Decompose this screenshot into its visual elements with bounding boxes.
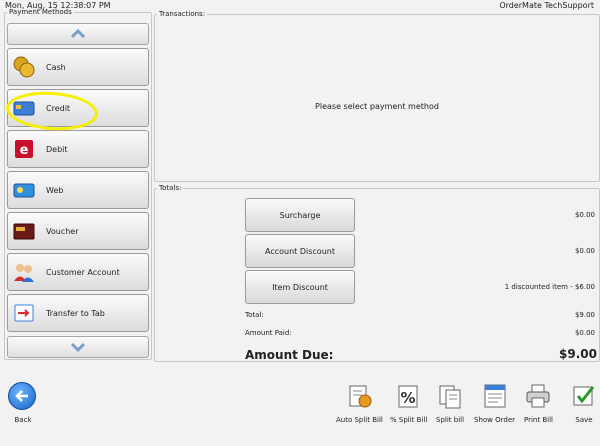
- svg-text:e: e: [20, 143, 29, 158]
- payment-customer-account-button[interactable]: Customer Account: [7, 253, 149, 291]
- chevron-up-icon: [70, 29, 86, 39]
- save-icon: [570, 382, 598, 410]
- transfer-icon: [12, 301, 36, 325]
- split-bill-label: Split bill: [436, 416, 465, 424]
- payment-debit-label: Debit: [46, 144, 68, 154]
- totals-panel: Totals: Surcharge $0.00 Account Discount…: [154, 184, 600, 362]
- save-button[interactable]: Save: [570, 382, 598, 424]
- percent-split-bill-button[interactable]: % % Split Bill: [390, 382, 427, 424]
- save-label: Save: [575, 416, 593, 424]
- print-bill-button[interactable]: Print Bill: [524, 382, 553, 424]
- item-discount-value: 1 discounted item - $6.00: [504, 283, 595, 291]
- payment-cash-label: Cash: [46, 62, 66, 72]
- account-discount-button[interactable]: Account Discount: [245, 234, 355, 268]
- total-label: Total:: [245, 311, 264, 319]
- split-bill-icon: [436, 382, 464, 410]
- amount-due-label: Amount Due:: [245, 348, 334, 362]
- payment-transfer-tab-button[interactable]: Transfer to Tab: [7, 294, 149, 332]
- payment-voucher-label: Voucher: [46, 226, 79, 236]
- transactions-panel: Transactions: Please select payment meth…: [154, 10, 600, 182]
- scroll-up-button[interactable]: [7, 23, 149, 45]
- payment-transfer-tab-label: Transfer to Tab: [46, 308, 105, 318]
- printer-icon: [524, 382, 552, 410]
- show-order-button[interactable]: Show Order: [474, 382, 515, 424]
- scroll-down-button[interactable]: [7, 336, 149, 358]
- account-discount-value: $0.00: [574, 247, 595, 255]
- show-order-icon: [481, 382, 509, 410]
- payment-debit-button[interactable]: e Debit: [7, 130, 149, 168]
- web-card-icon: [12, 178, 36, 202]
- back-button[interactable]: Back: [8, 382, 38, 424]
- totals-legend: Totals:: [159, 184, 182, 192]
- auto-split-label: Auto Split Bill: [336, 416, 383, 424]
- auto-split-bill-button[interactable]: Auto Split Bill: [336, 382, 383, 424]
- voucher-icon: [12, 219, 36, 243]
- total-value: $9.00: [574, 311, 595, 319]
- payment-web-label: Web: [46, 185, 64, 195]
- amount-paid-label: Amount Paid:: [245, 329, 292, 337]
- show-order-label: Show Order: [474, 416, 516, 424]
- payment-methods-legend: Payment Methods: [9, 8, 72, 16]
- back-label: Back: [14, 416, 32, 424]
- surcharge-value: $0.00: [574, 211, 595, 219]
- amount-due-value: $9.00: [559, 347, 597, 361]
- print-bill-label: Print Bill: [524, 416, 553, 424]
- percent-split-icon: %: [395, 382, 423, 410]
- eftpos-icon: e: [12, 137, 36, 161]
- payment-methods-panel: Payment Methods Cash Credit e Debit Web …: [4, 8, 152, 360]
- chevron-down-icon: [70, 342, 86, 352]
- payment-voucher-button[interactable]: Voucher: [7, 212, 149, 250]
- svg-text:%: %: [400, 389, 415, 407]
- transactions-legend: Transactions:: [159, 10, 206, 18]
- amount-paid-value: $0.00: [574, 329, 595, 337]
- percent-split-label: % Split Bill: [390, 416, 428, 424]
- bottom-toolbar: Back Auto Split Bill % % Split Bill Spli…: [0, 364, 600, 446]
- transactions-message: Please select payment method: [315, 102, 439, 111]
- auto-split-icon: [345, 382, 373, 410]
- payment-web-button[interactable]: Web: [7, 171, 149, 209]
- payment-customer-account-label: Customer Account: [46, 267, 120, 277]
- payment-cash-button[interactable]: Cash: [7, 48, 149, 86]
- back-arrow-icon: [8, 382, 36, 410]
- split-bill-button[interactable]: Split bill: [436, 382, 464, 424]
- item-discount-button[interactable]: Item Discount: [245, 270, 355, 304]
- surcharge-button[interactable]: Surcharge: [245, 198, 355, 232]
- coins-icon: [12, 55, 36, 79]
- customers-icon: [12, 260, 36, 284]
